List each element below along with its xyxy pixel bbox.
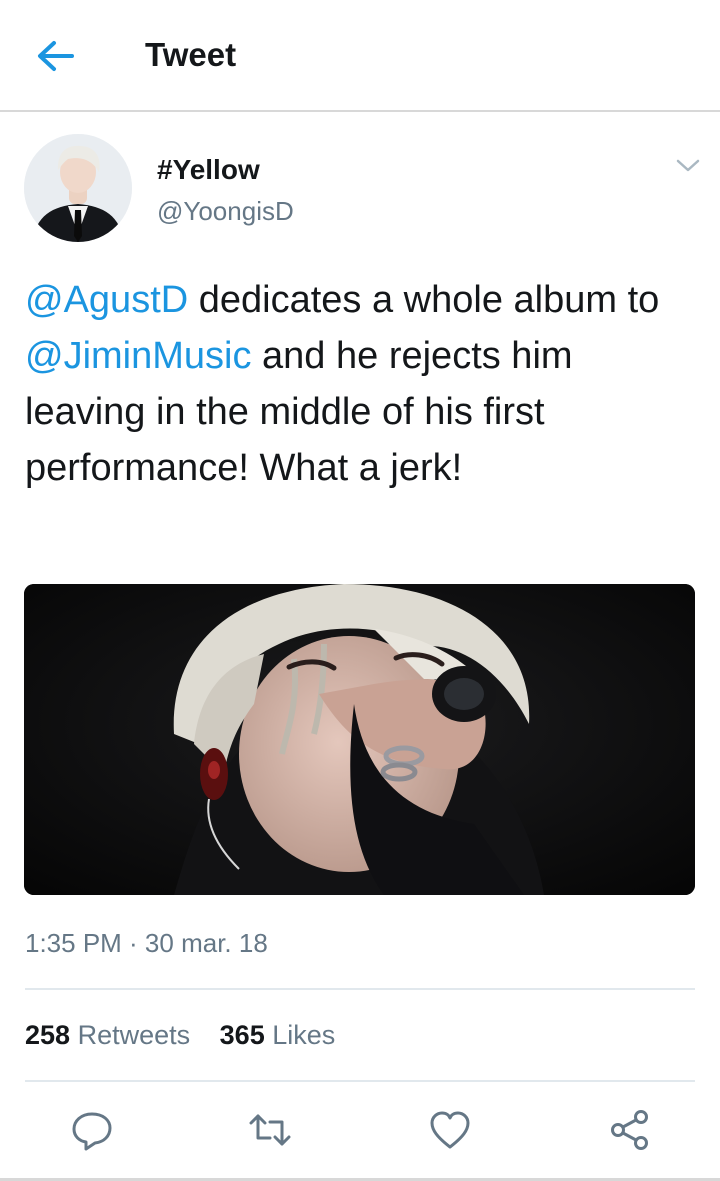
retweet-button[interactable] <box>248 1108 292 1152</box>
retweets-count: 258 <box>25 1020 71 1050</box>
share-button[interactable] <box>608 1108 652 1152</box>
heart-icon <box>430 1111 470 1149</box>
tweet-media-image[interactable] <box>24 584 695 895</box>
likes-stat[interactable]: 365 Likes <box>220 1020 336 1051</box>
retweets-stat[interactable]: 258 Retweets <box>25 1020 190 1051</box>
chevron-down-icon <box>676 159 700 172</box>
avatar[interactable] <box>24 134 132 242</box>
reply-icon <box>72 1112 112 1151</box>
tweet-text-segment: dedicates a whole album to <box>188 279 660 321</box>
mention-link[interactable]: @JiminMusic <box>25 335 251 377</box>
page-title: Tweet <box>145 36 237 73</box>
retweet-icon <box>249 1114 291 1146</box>
retweets-label: Retweets <box>77 1020 191 1050</box>
avatar-image <box>24 134 132 242</box>
divider <box>25 988 695 990</box>
divider <box>25 1080 695 1082</box>
display-name[interactable]: #Yellow <box>157 154 260 186</box>
top-app-bar: Tweet <box>0 0 720 112</box>
more-options-button[interactable] <box>674 153 702 177</box>
back-button[interactable] <box>32 36 78 76</box>
tweet-text: @AgustD dedicates a whole album to @Jimi… <box>25 272 695 496</box>
tweet-timestamp: 1:35 PM · 30 mar. 18 <box>25 928 268 958</box>
share-icon <box>611 1110 648 1150</box>
mention-link[interactable]: @AgustD <box>25 279 188 321</box>
likes-count: 365 <box>219 1020 265 1050</box>
reply-button[interactable] <box>70 1108 114 1152</box>
likes-label: Likes <box>272 1020 336 1050</box>
user-handle[interactable]: @YoongisD <box>157 196 294 227</box>
like-button[interactable] <box>428 1108 472 1152</box>
tweet-stats: 258 Retweets 365 Likes <box>25 1020 357 1051</box>
arrow-left-icon <box>38 41 74 71</box>
photo <box>24 584 695 895</box>
